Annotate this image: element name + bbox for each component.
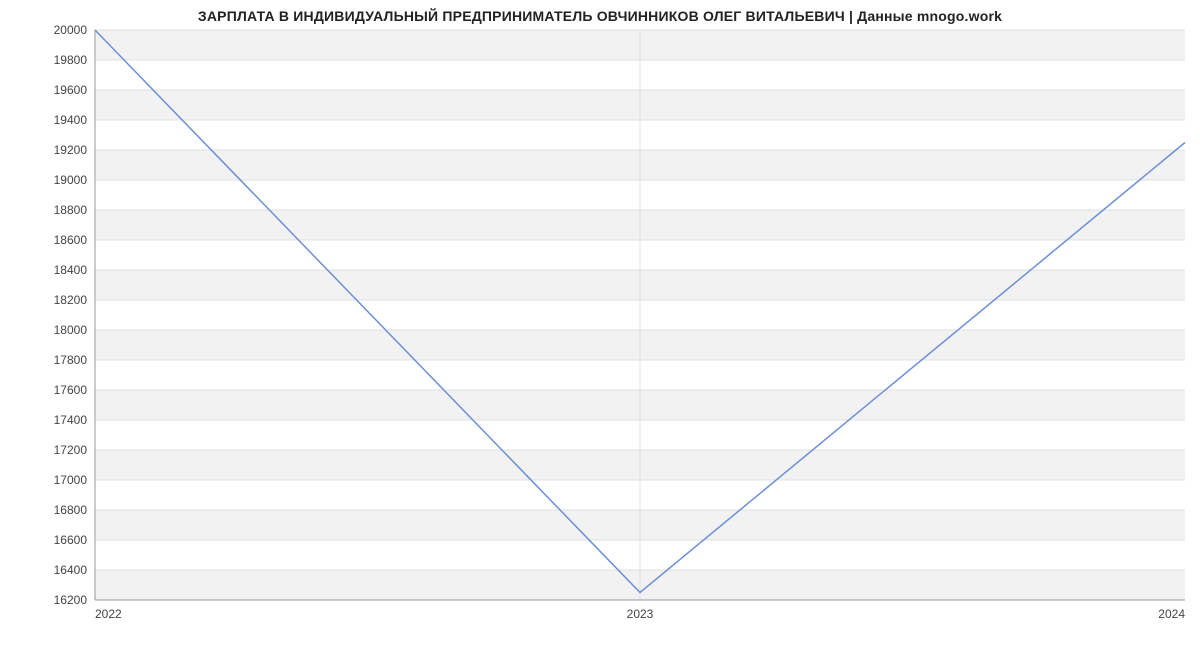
y-tick-label: 19600 [54, 83, 88, 97]
y-tick-label: 20000 [54, 23, 88, 37]
x-tick-label: 2023 [627, 607, 654, 621]
y-tick-label: 17800 [54, 353, 88, 367]
x-tick-label: 2022 [95, 607, 122, 621]
y-tick-label: 16400 [54, 563, 88, 577]
y-tick-label: 18800 [54, 203, 88, 217]
y-tick-label: 19200 [54, 143, 88, 157]
y-tick-label: 19000 [54, 173, 88, 187]
y-tick-label: 18200 [54, 293, 88, 307]
y-tick-label: 17400 [54, 413, 88, 427]
y-tick-label: 16200 [54, 593, 88, 607]
y-tick-label: 19400 [54, 113, 88, 127]
y-tick-label: 19800 [54, 53, 88, 67]
x-tick-label: 2024 [1158, 607, 1185, 621]
y-tick-label: 17600 [54, 383, 88, 397]
y-tick-label: 17000 [54, 473, 88, 487]
y-tick-label: 16800 [54, 503, 88, 517]
chart-svg: 16200 16400 16600 16800 17000 17200 17400 17600… [0, 0, 1200, 650]
line-chart: ЗАРПЛАТА В ИНДИВИДУАЛЬНЫЙ ПРЕДПРИНИМАТЕЛ… [0, 0, 1200, 650]
y-tick-label: 18400 [54, 263, 88, 277]
y-tick-label: 17200 [54, 443, 88, 457]
y-tick-label: 18000 [54, 323, 88, 337]
y-tick-label: 16600 [54, 533, 88, 547]
y-tick-label: 18600 [54, 233, 88, 247]
